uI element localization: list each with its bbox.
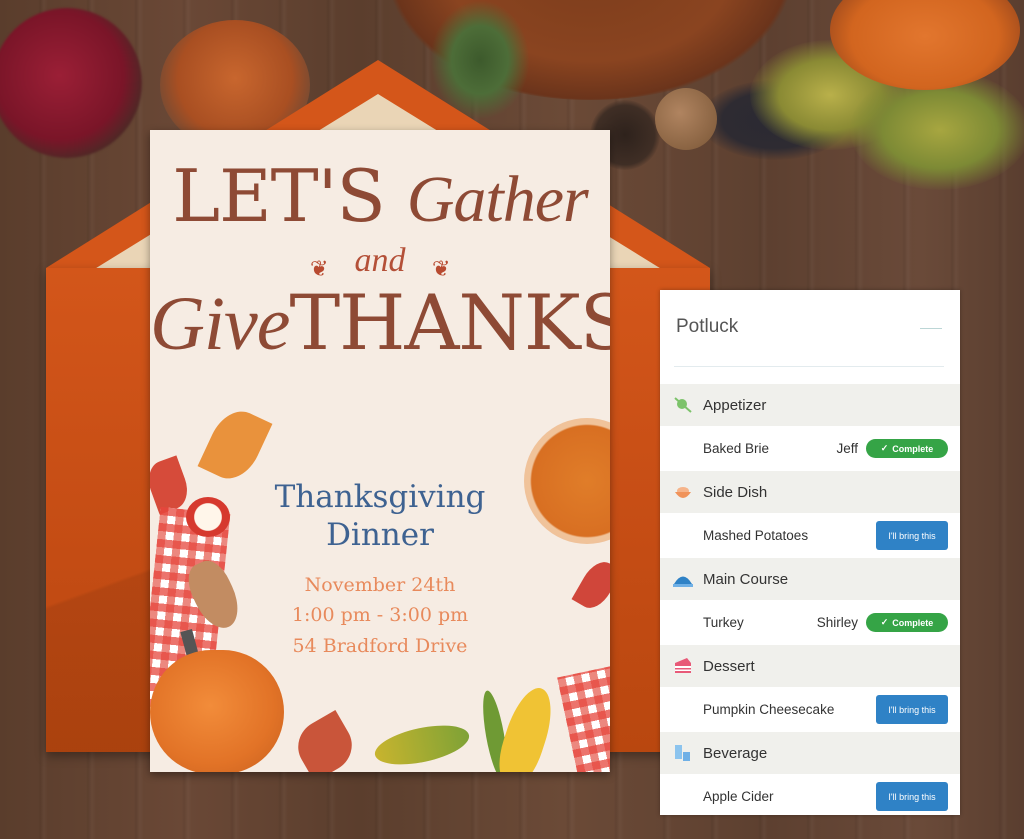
headline-thanks: THANKS <box>289 278 610 367</box>
headline-gather: Gather <box>406 163 589 236</box>
item-name: Pumpkin Cheesecake <box>703 702 835 717</box>
potluck-item: Pumpkin Cheesecake I'll bring this <box>660 687 960 732</box>
event-address: 54 Bradford Drive <box>292 635 468 657</box>
potluck-item: Baked Brie Jeff ✓ Complete <box>660 426 960 471</box>
category-dessert: Dessert <box>660 645 960 687</box>
oak-leaf-illustration <box>288 709 362 772</box>
potluck-title: Potluck <box>676 316 739 337</box>
headline-line-2: GiveTHANKS <box>150 278 610 368</box>
potluck-panel: Potluck Appetizer Baked Brie Jeff ✓ Compl… <box>660 290 960 815</box>
headline-line-1: LET'S Gather <box>150 154 610 238</box>
event-title: Thanksgiving Dinner <box>150 478 610 554</box>
event-title-line-1: Thanksgiving <box>274 479 486 515</box>
cake-slice-icon <box>672 655 694 677</box>
item-claimed-by: Shirley <box>816 615 858 630</box>
item-name: Mashed Potatoes <box>703 528 809 543</box>
category-label: Beverage <box>703 744 768 762</box>
event-title-line-2: Dinner <box>326 517 434 553</box>
ill-bring-this-button[interactable]: I'll bring this <box>876 782 948 811</box>
ill-bring-this-button[interactable]: I'll bring this <box>876 521 948 550</box>
status-label: Complete <box>892 617 934 628</box>
bowl-icon <box>672 481 694 503</box>
oak-leaf-illustration <box>197 402 273 488</box>
collapse-icon[interactable] <box>920 328 942 329</box>
category-appetizer: Appetizer <box>660 384 960 426</box>
category-label: Main Course <box>703 570 789 588</box>
headline-and: and <box>354 242 406 279</box>
potluck-item: Turkey Shirley ✓ Complete <box>660 600 960 645</box>
category-label: Appetizer <box>703 396 767 414</box>
item-claimed-by: Jeff <box>836 441 858 456</box>
item-name: Turkey <box>703 615 744 630</box>
pumpkin-illustration <box>150 650 284 772</box>
category-beverage: Beverage <box>660 732 960 774</box>
category-label: Dessert <box>703 657 755 675</box>
category-label: Side Dish <box>703 483 768 501</box>
event-date: November 24th <box>304 574 456 596</box>
ill-bring-this-button[interactable]: I'll bring this <box>876 695 948 724</box>
squash-illustration <box>371 718 473 772</box>
status-label: Complete <box>892 443 934 454</box>
category-side-dish: Side Dish <box>660 471 960 513</box>
item-name: Apple Cider <box>703 789 774 804</box>
event-time: 1:00 pm - 3:00 pm <box>291 604 469 626</box>
check-icon: ✓ <box>880 443 889 453</box>
potluck-header: Potluck <box>674 290 944 367</box>
olive-skewer-icon <box>672 394 694 416</box>
category-main-course: Main Course <box>660 558 960 600</box>
headline-give: Give <box>150 282 290 366</box>
glasses-icon <box>672 742 694 764</box>
invitation-card: LET'S Gather ❦ and ❦ GiveTHANKS Thanksgi… <box>150 130 610 772</box>
potluck-list: Appetizer Baked Brie Jeff ✓ Complete Side… <box>660 384 960 815</box>
potluck-item: Mashed Potatoes I'll bring this <box>660 513 960 558</box>
complete-badge: ✓ Complete <box>866 613 948 632</box>
potluck-item: Apple Cider I'll bring this <box>660 774 960 815</box>
envelope-fold <box>46 420 156 752</box>
headline-lets: LET'S <box>172 154 386 238</box>
cloche-icon <box>672 568 694 590</box>
item-name: Baked Brie <box>703 441 770 456</box>
gingham-cloth-illustration <box>557 665 610 772</box>
check-icon: ✓ <box>880 617 889 627</box>
complete-badge: ✓ Complete <box>866 439 948 458</box>
